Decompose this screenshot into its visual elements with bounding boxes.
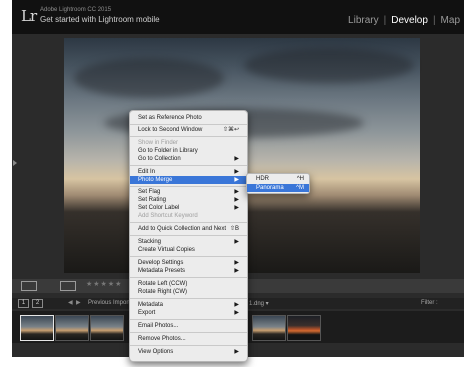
module-develop[interactable]: Develop — [391, 15, 428, 26]
module-picker: Library | Develop | Map — [348, 15, 460, 26]
menu-item-email-photos[interactable]: Email Photos... — [138, 322, 247, 330]
submenu-arrow-icon: ▶ — [234, 268, 239, 274]
top-bar: Lr Adobe Lightroom CC 2015 Get started w… — [12, 0, 464, 34]
context-menu: Set as Reference Photo Lock to Second Wi… — [129, 110, 248, 362]
module-separator: | — [432, 15, 436, 26]
filter-label: Filter : — [421, 300, 438, 306]
menu-item-go-to-collection[interactable]: Go to Collection ▶ — [138, 155, 247, 163]
page-2-button[interactable]: 2 — [32, 299, 43, 308]
submenu-arrow-icon: ▶ — [234, 302, 239, 308]
photo-cloud — [74, 58, 224, 98]
menu-separator — [130, 186, 247, 187]
menu-separator — [130, 124, 247, 125]
menu-item-remove-photos[interactable]: Remove Photos... — [138, 335, 247, 343]
loupe-view-icon[interactable] — [21, 281, 37, 291]
menu-separator — [130, 256, 247, 257]
menu-separator — [130, 222, 247, 223]
submenu-arrow-icon: ▶ — [234, 156, 239, 162]
lightroom-mobile-link[interactable]: Get started with Lightroom mobile — [40, 15, 160, 24]
menu-separator — [130, 277, 247, 278]
menu-item-metadata[interactable]: Metadata ▶ — [138, 301, 247, 309]
previous-import-label[interactable]: Previous Import — [88, 300, 130, 306]
menu-separator — [130, 319, 247, 320]
submenu-arrow-icon: ▶ — [234, 197, 239, 203]
menu-item-rotate-left[interactable]: Rotate Left (CCW) — [138, 280, 247, 288]
menu-separator — [130, 136, 247, 137]
menu-item-set-reference[interactable]: Set as Reference Photo — [138, 114, 247, 122]
submenu-arrow-icon: ▶ — [234, 205, 239, 211]
menu-item-view-options[interactable]: View Options ▶ — [138, 348, 247, 356]
left-panel-toggle-icon[interactable] — [13, 160, 17, 166]
submenu-arrow-icon: ▶ — [234, 349, 239, 355]
menu-separator — [130, 298, 247, 299]
menu-separator — [130, 332, 247, 333]
submenu-arrow-icon: ▶ — [234, 239, 239, 245]
menu-separator — [130, 165, 247, 166]
menu-item-rotate-right[interactable]: Rotate Right (CW) — [138, 288, 247, 296]
submenu-arrow-icon: ▶ — [234, 177, 239, 183]
filmstrip-thumbnail[interactable] — [287, 315, 321, 341]
file-name-label[interactable]: 1.dng ▾ — [249, 300, 269, 307]
menu-item-set-rating[interactable]: Set Rating ▶ — [138, 196, 247, 204]
filmstrip-thumbnail[interactable] — [252, 315, 286, 341]
menu-item-set-flag[interactable]: Set Flag ▶ — [138, 188, 247, 196]
menu-item-set-color-label[interactable]: Set Color Label ▶ — [138, 204, 247, 212]
lightroom-logo: Lr — [21, 7, 37, 25]
module-map[interactable]: Map — [441, 15, 460, 26]
menu-separator — [130, 235, 247, 236]
rating-stars[interactable]: ★★★★★ — [86, 280, 122, 288]
module-separator: | — [383, 15, 387, 26]
before-after-icon[interactable] — [60, 281, 76, 291]
menu-item-lock-second-window[interactable]: Lock to Second Window ⇧⌘↩ — [138, 126, 247, 134]
submenu-arrow-icon: ▶ — [234, 189, 239, 195]
photo-merge-submenu: HDR ^H Panorama ^M — [246, 173, 310, 194]
module-library[interactable]: Library — [348, 15, 379, 26]
submenu-item-panorama[interactable]: Panorama ^M — [247, 184, 309, 192]
app-title: Adobe Lightroom CC 2015 — [40, 7, 112, 13]
menu-item-export[interactable]: Export ▶ — [138, 309, 247, 317]
submenu-item-hdr[interactable]: HDR ^H — [247, 175, 309, 183]
menu-item-develop-settings[interactable]: Develop Settings ▶ — [138, 259, 247, 267]
menu-item-stacking[interactable]: Stacking ▶ — [138, 238, 247, 246]
menu-item-show-in-finder: Show in Finder — [138, 140, 179, 146]
filmstrip-thumbnail[interactable] — [55, 315, 89, 341]
submenu-arrow-icon: ▶ — [234, 310, 239, 316]
menu-item-quick-collection[interactable]: Add to Quick Collection and Next ⇧B — [138, 225, 247, 233]
prev-arrow-icon[interactable]: ◀ — [68, 299, 73, 306]
menu-item-photo-merge[interactable]: Photo Merge ▶ — [130, 176, 247, 184]
filmstrip-thumbnail[interactable] — [90, 315, 124, 341]
menu-separator — [130, 345, 247, 346]
menu-item-metadata-presets[interactable]: Metadata Presets ▶ — [138, 267, 247, 275]
next-arrow-icon[interactable]: ▶ — [76, 299, 81, 306]
menu-item-go-to-folder[interactable]: Go to Folder in Library — [138, 147, 247, 155]
photo-cloud — [244, 48, 414, 83]
menu-item-edit-in[interactable]: Edit In ▶ — [138, 168, 247, 176]
menu-item-create-virtual-copies[interactable]: Create Virtual Copies — [138, 246, 247, 254]
submenu-arrow-icon: ▶ — [234, 260, 239, 266]
menu-item-add-shortcut-keyword: Add Shortcut Keyword — [138, 213, 198, 219]
submenu-arrow-icon: ▶ — [234, 169, 239, 175]
page-1-button[interactable]: 1 — [18, 299, 29, 308]
filmstrip-thumbnail[interactable] — [20, 315, 54, 341]
